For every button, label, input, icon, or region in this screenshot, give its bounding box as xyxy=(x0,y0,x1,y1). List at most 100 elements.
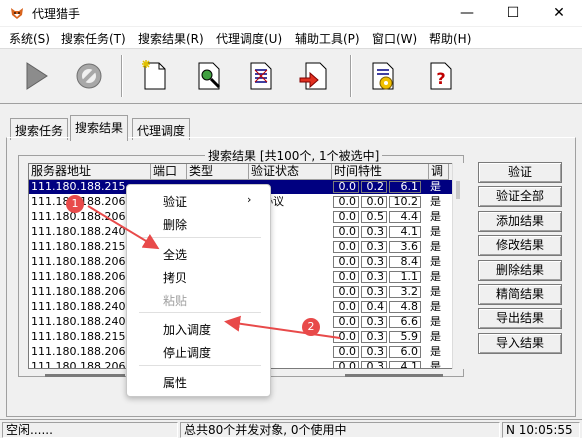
cell-time-1: 0.0 xyxy=(338,180,357,193)
minimize-button[interactable]: — xyxy=(444,0,490,26)
cm-verify[interactable]: 验证 xyxy=(163,193,187,210)
tab-strip: 搜索任务 搜索结果 代理调度 xyxy=(0,112,582,141)
cell-time-1: 0.0 xyxy=(338,345,357,358)
horizontal-scrollbar-thumb[interactable] xyxy=(45,374,125,377)
cm-copy[interactable]: 拷贝 xyxy=(163,269,187,286)
column-header-status[interactable]: 验证状态 xyxy=(249,164,332,180)
cell-time-1: 0.0 xyxy=(338,300,357,313)
cell-time-1: 0.0 xyxy=(338,360,357,369)
verify-all-button[interactable]: 验证全部 xyxy=(478,186,562,208)
cell-schedule-flag: 是 xyxy=(430,225,441,238)
cell-time-2: 0.0 xyxy=(366,195,385,208)
cell-schedule-flag: 是 xyxy=(430,210,441,223)
cell-time-2: 0.3 xyxy=(366,360,385,369)
annotation-badge-1: 1 xyxy=(66,195,84,213)
cell-schedule-flag: 是 xyxy=(430,270,441,283)
cell-time-1: 0.0 xyxy=(338,225,357,238)
cell-schedule-flag: 是 xyxy=(430,360,441,369)
cell-time-2: 0.3 xyxy=(366,315,385,328)
status-bar: 空闲...... 总共80个并发对象, 0个使用中 N 10:05:55 xyxy=(0,419,582,438)
cm-stop-schedule[interactable]: 停止调度 xyxy=(163,344,211,361)
cell-time-3: 3.6 xyxy=(400,240,419,253)
document-list-icon[interactable] xyxy=(245,58,277,94)
horizontal-scrollbar-track[interactable] xyxy=(345,374,443,377)
column-header-schedule[interactable]: 调 xyxy=(429,164,449,180)
status-clock: N 10:05:55 xyxy=(502,422,580,438)
annotation-badge-2: 2 xyxy=(302,318,320,336)
close-button[interactable]: ✕ xyxy=(536,0,582,26)
column-header-port[interactable]: 端口 xyxy=(151,164,187,180)
menu-search-results[interactable]: 搜索结果(R) xyxy=(138,30,204,47)
cell-time-2: 0.3 xyxy=(366,285,385,298)
settings-document-icon[interactable] xyxy=(367,58,399,94)
app-fox-icon xyxy=(9,5,25,21)
maximize-button[interactable]: ☐ xyxy=(490,0,536,26)
add-result-button[interactable]: 添加结果 xyxy=(478,210,562,232)
cell-time-1: 0.0 xyxy=(338,255,357,268)
column-header-type[interactable]: 类型 xyxy=(187,164,249,180)
cell-time-2: 0.3 xyxy=(366,345,385,358)
context-menu: 验证 › 删除 全选 拷贝 粘贴 加入调度 停止调度 属性 xyxy=(126,184,271,397)
cell-schedule-flag: 是 xyxy=(430,240,441,253)
cell-time-3: 4.1 xyxy=(400,225,419,238)
cell-time-3: 6.0 xyxy=(400,345,419,358)
toolbar-separator xyxy=(350,55,352,97)
new-file-icon[interactable] xyxy=(139,58,171,94)
cell-time-3: 6.1 xyxy=(400,180,419,193)
cell-time-3: 6.6 xyxy=(400,315,419,328)
cell-schedule-flag: 是 xyxy=(430,285,441,298)
cell-time-3: 3.2 xyxy=(400,285,419,298)
cell-schedule-flag: 是 xyxy=(430,345,441,358)
menu-search-task[interactable]: 搜索任务(T) xyxy=(61,30,126,47)
cell-schedule-flag: 是 xyxy=(430,180,441,193)
verify-button[interactable]: 验证 xyxy=(478,162,562,183)
import-result-button[interactable]: 导入结果 xyxy=(478,332,562,354)
menu-proxy-schedule[interactable]: 代理调度(U) xyxy=(216,30,282,47)
cell-time-1: 0.0 xyxy=(338,195,357,208)
cell-time-2: 0.3 xyxy=(366,240,385,253)
scrollbar-thumb[interactable] xyxy=(456,181,460,199)
cm-separator xyxy=(139,237,261,238)
import-document-icon[interactable] xyxy=(298,58,330,94)
list-header: 服务器地址 端口 类型 验证状态 时间特性 调 xyxy=(29,164,463,180)
simplify-result-button[interactable]: 精简结果 xyxy=(478,284,562,305)
cell-time-3: 4.8 xyxy=(400,300,419,313)
cm-paste: 粘贴 xyxy=(163,294,188,308)
column-header-timing[interactable]: 时间特性 xyxy=(332,164,429,180)
cm-add-to-schedule[interactable]: 加入调度 xyxy=(163,321,211,338)
cell-time-2: 0.3 xyxy=(366,255,385,268)
edit-result-button[interactable]: 修改结果 xyxy=(478,235,562,257)
window-title: 代理猎手 xyxy=(32,7,81,21)
cm-select-all[interactable]: 全选 xyxy=(163,246,187,263)
menu-tools[interactable]: 辅助工具(P) xyxy=(295,30,360,47)
cell-time-2: 0.3 xyxy=(366,270,385,283)
submenu-arrow-icon: › xyxy=(247,193,252,206)
cell-time-1: 0.0 xyxy=(338,285,357,298)
menu-system[interactable]: 系统(S) xyxy=(9,30,50,47)
title-bar: 代理猎手 — ☐ ✕ xyxy=(0,0,582,26)
column-header-address[interactable]: 服务器地址 xyxy=(29,164,151,180)
cm-separator xyxy=(139,312,261,313)
cell-time-3: 4.1 xyxy=(400,360,419,369)
toolbar-separator xyxy=(121,55,123,97)
menu-window[interactable]: 窗口(W) xyxy=(372,30,417,47)
delete-result-button[interactable]: 删除结果 xyxy=(478,259,562,281)
cm-separator xyxy=(139,365,261,366)
cell-time-3: 4.4 xyxy=(400,210,419,223)
menu-help[interactable]: 帮助(H) xyxy=(429,30,471,47)
results-group-title: 搜索结果 [共100个, 1个被选中] xyxy=(205,147,383,164)
cm-delete[interactable]: 删除 xyxy=(163,216,187,233)
export-result-button[interactable]: 导出结果 xyxy=(478,308,562,330)
stop-icon[interactable] xyxy=(73,58,105,94)
help-document-icon[interactable]: ? xyxy=(425,58,457,94)
search-document-icon[interactable] xyxy=(193,58,225,94)
cell-schedule-flag: 是 xyxy=(430,255,441,268)
cell-time-3: 5.9 xyxy=(400,330,419,343)
play-icon[interactable] xyxy=(21,58,53,94)
tab-search-results[interactable]: 搜索结果 xyxy=(70,115,129,141)
vertical-scrollbar[interactable] xyxy=(452,163,464,369)
cell-time-3: 8.4 xyxy=(400,255,419,268)
cell-schedule-flag: 是 xyxy=(430,315,441,328)
cell-schedule-flag: 是 xyxy=(430,300,441,313)
cm-properties[interactable]: 属性 xyxy=(163,374,187,391)
